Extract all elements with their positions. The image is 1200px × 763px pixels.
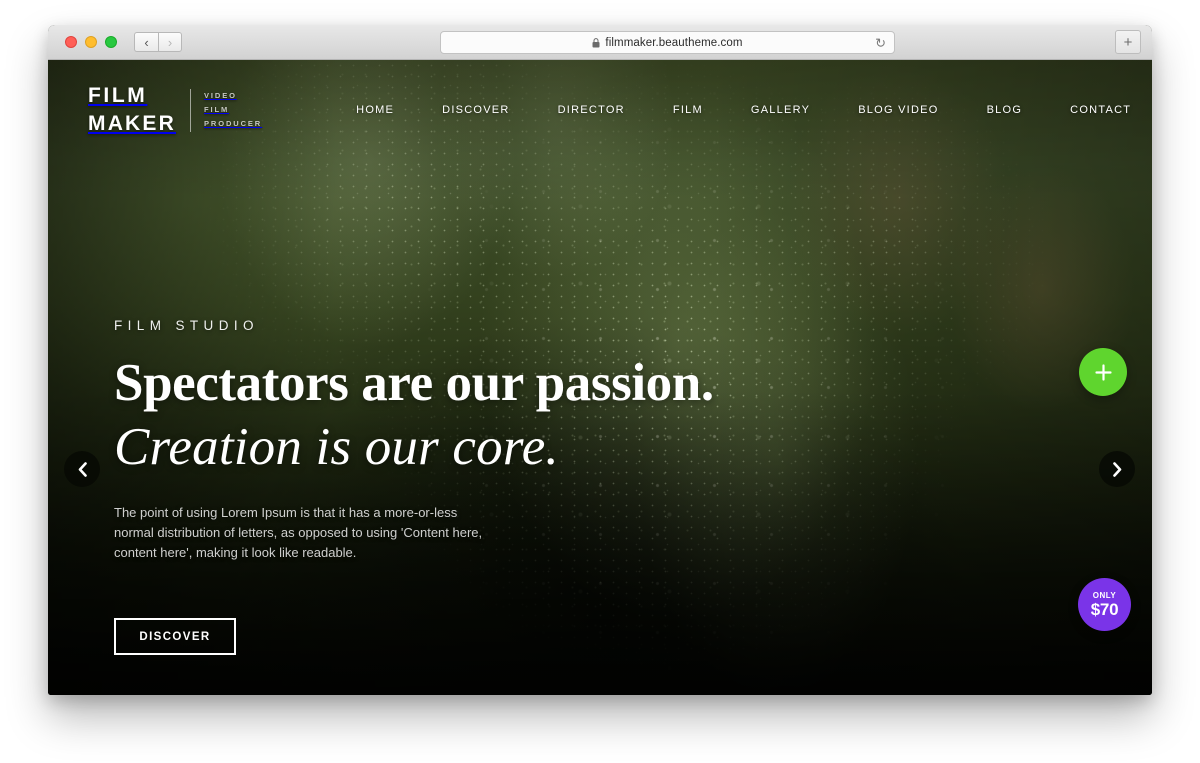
nav-item-discover[interactable]: DISCOVER — [418, 104, 533, 116]
back-button[interactable]: ‹ — [134, 32, 158, 52]
address-bar-container: filmmaker.beautheme.com ↻ — [440, 31, 895, 54]
nav-item-home[interactable]: HOME — [332, 104, 418, 116]
browser-titlebar: ‹ › filmmaker.beautheme.com ↻ + — [48, 25, 1152, 60]
hero-title-line-1: Spectators are our passion. — [114, 354, 714, 412]
browser-navigation-buttons: ‹ › — [134, 32, 182, 52]
price-badge-amount: $70 — [1090, 599, 1119, 619]
logo-tagline-line-3: PRODUCER — [204, 118, 263, 128]
logo-divider — [190, 88, 191, 132]
logo-line-1: FILM — [88, 84, 148, 108]
slider-prev-button[interactable] — [64, 451, 100, 487]
window-controls — [65, 36, 117, 48]
address-bar[interactable]: filmmaker.beautheme.com ↻ — [440, 31, 895, 54]
discover-button[interactable]: DISCOVER — [114, 618, 236, 656]
price-badge[interactable]: ONLY $70 — [1078, 578, 1131, 631]
nav-item-film[interactable]: FILM — [649, 104, 727, 116]
hero-eyebrow: FILM STUDIO — [114, 318, 259, 333]
logo-tagline: VIDEO FILM PRODUCER — [204, 89, 262, 131]
add-button[interactable] — [1079, 348, 1127, 396]
forward-button[interactable]: › — [158, 32, 182, 52]
nav-item-gallery[interactable]: GALLERY — [727, 104, 834, 116]
nav-item-contact[interactable]: CONTACT — [1046, 104, 1152, 116]
site-logo[interactable]: FILM MAKER VIDEO FILM PRODUCER — [88, 82, 262, 137]
chevron-left-icon — [78, 461, 87, 477]
hero-paragraph: The point of using Lorem Ipsum is that i… — [114, 505, 483, 560]
nav-item-director[interactable]: DIRECTOR — [534, 104, 649, 116]
logo-wordmark: FILM MAKER — [88, 82, 176, 137]
nav-item-blog-video[interactable]: BLOG VIDEO — [834, 104, 962, 116]
main-navigation: HOME DISCOVER DIRECTOR FILM GALLERY BLOG… — [332, 99, 1152, 121]
chevron-right-icon — [1112, 461, 1121, 477]
url-text: filmmaker.beautheme.com — [605, 36, 743, 49]
site-header: FILM MAKER VIDEO FILM PRODUCER HOME DISC… — [48, 60, 1152, 160]
hero-title-line-2: Creation is our core. — [114, 418, 559, 477]
maximize-window-button[interactable] — [105, 36, 117, 48]
nav-item-blog[interactable]: BLOG — [963, 104, 1047, 116]
logo-tagline-line-2: FILM — [204, 105, 230, 115]
browser-window: ‹ › filmmaker.beautheme.com ↻ + FILM MAK… — [48, 25, 1152, 695]
hero-content: FILM STUDIO Spectators are our passion. … — [114, 318, 814, 656]
web-page: FILM MAKER VIDEO FILM PRODUCER HOME DISC… — [48, 60, 1152, 695]
reload-icon[interactable]: ↻ — [875, 36, 886, 49]
logo-tagline-line-1: VIDEO — [204, 91, 237, 101]
price-badge-prefix: ONLY — [1092, 590, 1117, 600]
plus-icon — [1094, 363, 1112, 381]
logo-line-2: MAKER — [88, 112, 176, 135]
slider-next-button[interactable] — [1099, 451, 1135, 487]
close-window-button[interactable] — [65, 36, 77, 48]
minimize-window-button[interactable] — [85, 36, 97, 48]
lock-icon — [592, 37, 600, 48]
new-tab-button[interactable]: + — [1115, 30, 1141, 54]
